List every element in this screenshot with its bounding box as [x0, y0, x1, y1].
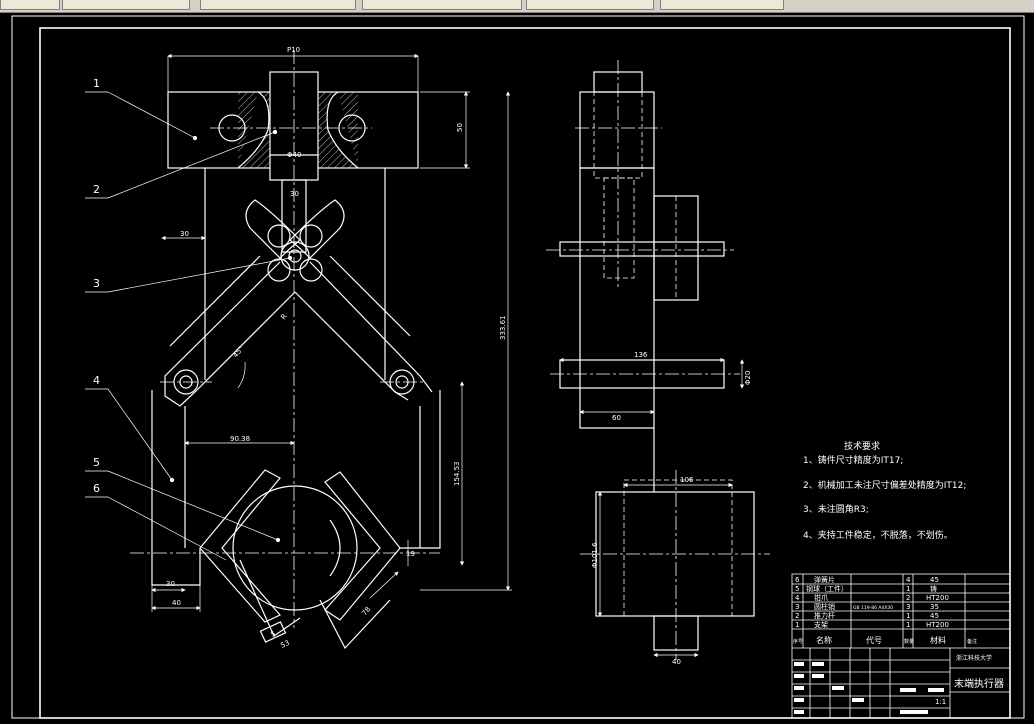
svg-text:GB 119-86 A4X30: GB 119-86 A4X30 — [853, 605, 893, 611]
dim-gap-19: 19 — [406, 550, 415, 558]
tech-item-3: 3、未注圆角R3; — [803, 503, 869, 515]
svg-text:代号: 代号 — [866, 635, 882, 645]
svg-text:1: 1 — [795, 621, 799, 629]
dim-left-30: 30 — [180, 230, 189, 238]
svg-text:1: 1 — [906, 621, 910, 629]
callout-5: 5 — [93, 456, 100, 469]
callout-4: 4 — [93, 374, 100, 387]
svg-text:45: 45 — [930, 576, 939, 584]
window-tab[interactable] — [362, 0, 522, 10]
svg-text:45: 45 — [930, 612, 939, 620]
bom-row: 1 支架 1 HT200 — [795, 620, 949, 629]
window-tab[interactable] — [660, 0, 784, 10]
dim-radius: R — [279, 312, 288, 321]
tech-title: 技术要求 — [844, 440, 880, 452]
drawing-scale: 1:1 — [935, 698, 946, 706]
workpiece-ball — [232, 485, 358, 611]
dim-bottom-30: 30 — [166, 580, 175, 588]
svg-text:4: 4 — [795, 594, 800, 602]
drawing-title: 末端执行器 — [954, 677, 1004, 690]
svg-text:备注: 备注 — [967, 638, 977, 645]
callout-3: 3 — [93, 277, 100, 290]
dim-half-span: 90.38 — [230, 435, 250, 443]
svg-text:名称: 名称 — [816, 635, 832, 645]
dim-total-height: 333.61 — [499, 316, 507, 341]
dim-bottom-40: 40 — [172, 599, 181, 607]
dim-lower-height: 154.53 — [453, 462, 461, 487]
window-tab[interactable] — [62, 0, 190, 10]
window-tab[interactable] — [200, 0, 356, 10]
svg-text:5: 5 — [795, 585, 799, 593]
dim-jaw-78: 78 — [360, 605, 372, 617]
svg-text:圆柱销: 圆柱销 — [814, 602, 835, 611]
dim-height-50: 50 — [456, 123, 464, 132]
callout-numbers: 1 2 3 4 5 6 — [93, 77, 100, 495]
side-view-hidden — [593, 91, 733, 617]
dim-slot-30: 30 — [290, 190, 299, 198]
technical-requirements: 技术要求 1、铸件尺寸精度为IT17; 2、机械加工未注尺寸偏差处精度为IT12… — [803, 440, 966, 541]
dim-bore: Φ40 — [287, 151, 301, 159]
tech-item-1: 1、铸件尺寸精度为IT17; — [803, 454, 903, 466]
tech-item-2: 2、机械加工未注尺寸偏差处精度为IT12; — [803, 479, 966, 491]
bom-row: 6 弹簧片 4 45 — [795, 575, 939, 584]
callout-1: 1 — [93, 77, 100, 90]
svg-text:4: 4 — [906, 576, 911, 584]
dim-side-136: 136 — [634, 351, 648, 359]
cad-drawing-canvas[interactable]: P10 50 Φ40 30 30 45° R 333.61 90.38 154.… — [0, 12, 1034, 724]
side-view — [559, 71, 755, 651]
svg-text:2: 2 — [906, 594, 910, 602]
svg-text:3: 3 — [795, 603, 799, 611]
dim-jaw-53: 53 — [279, 639, 290, 650]
callout-6: 6 — [93, 482, 100, 495]
svg-text:数量: 数量 — [904, 638, 914, 645]
svg-text:支架: 支架 — [814, 620, 828, 629]
dim-side-dia2: Φ101.6 — [591, 542, 599, 568]
svg-text:35: 35 — [930, 603, 939, 611]
svg-text:HT200: HT200 — [926, 594, 949, 602]
callout-2: 2 — [93, 183, 100, 196]
bom-table-text: 6 弹簧片 4 45 5 钢球（工件） 1 铸 4 钳爪 2 HT200 3 圆柱销 GB 119-8… — [793, 575, 1004, 706]
dim-side-106: 106 — [680, 476, 694, 484]
bom-row: 5 钢球（工件） 1 铸 — [795, 584, 937, 593]
tech-item-4: 4、夹持工件稳定，不脱落，不划伤。 — [803, 529, 953, 541]
svg-text:铸: 铸 — [930, 584, 937, 593]
svg-text:6: 6 — [795, 576, 800, 584]
dim-top-width: P10 — [287, 46, 300, 54]
bom-row: 3 圆柱销 GB 119-86 A4X30 3 35 — [795, 602, 939, 611]
dimensions-side — [559, 357, 745, 658]
svg-text:钳爪: 钳爪 — [814, 593, 828, 602]
svg-text:HT200: HT200 — [926, 621, 949, 629]
svg-text:序号: 序号 — [793, 638, 803, 645]
dim-side-dia: Φ20 — [744, 371, 752, 385]
svg-text:1: 1 — [906, 612, 910, 620]
window-tab[interactable] — [0, 0, 60, 10]
svg-text:1: 1 — [906, 585, 910, 593]
school-name: 浙江科技大学 — [956, 654, 992, 662]
svg-text:3: 3 — [906, 603, 910, 611]
svg-text:弹簧片: 弹簧片 — [814, 575, 835, 584]
svg-text:钢球（工件）: 钢球（工件） — [806, 584, 848, 593]
svg-text:2: 2 — [795, 612, 799, 620]
dim-side-60: 60 — [612, 414, 621, 422]
svg-text:材料: 材料 — [930, 635, 946, 645]
title-block-fills — [794, 662, 944, 714]
dim-angle: 45° — [231, 345, 245, 360]
bom-row: 2 推力杆 1 45 — [795, 611, 939, 620]
window-tab[interactable] — [526, 0, 654, 10]
bom-row: 4 钳爪 2 HT200 — [795, 593, 949, 602]
dimension-labels-side: 136 Φ20 60 106 Φ101.6 40 — [591, 351, 752, 666]
svg-text:推力杆: 推力杆 — [814, 611, 835, 620]
bom-header: 序号 名称 代号 数量 材料 备注 — [793, 635, 977, 645]
dim-side-40: 40 — [672, 658, 681, 666]
